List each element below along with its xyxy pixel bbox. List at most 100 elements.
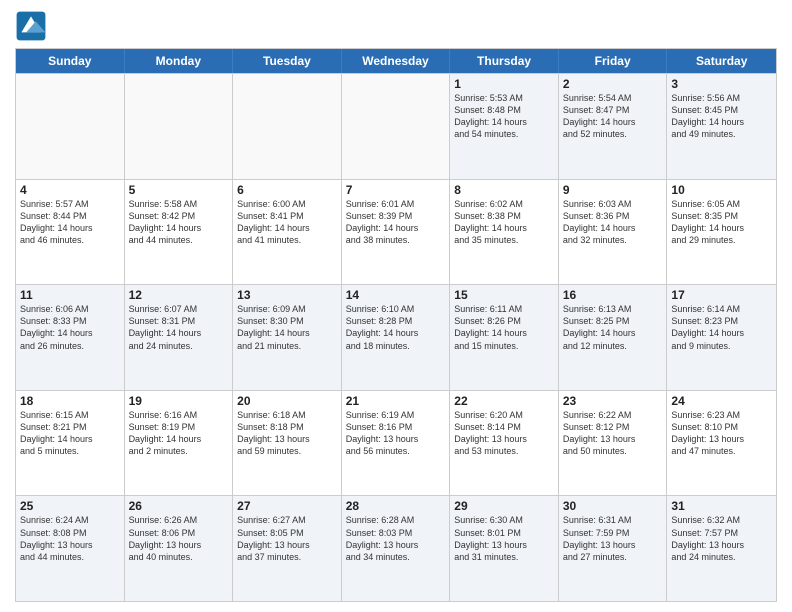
day-info: Sunrise: 6:10 AM Sunset: 8:28 PM Dayligh… <box>346 303 446 352</box>
day-cell-11: 11Sunrise: 6:06 AM Sunset: 8:33 PM Dayli… <box>16 285 125 390</box>
header-day-thursday: Thursday <box>450 49 559 73</box>
day-info: Sunrise: 6:09 AM Sunset: 8:30 PM Dayligh… <box>237 303 337 352</box>
header <box>15 10 777 42</box>
day-info: Sunrise: 6:28 AM Sunset: 8:03 PM Dayligh… <box>346 514 446 563</box>
logo-icon <box>15 10 47 42</box>
header-day-friday: Friday <box>559 49 668 73</box>
day-info: Sunrise: 6:15 AM Sunset: 8:21 PM Dayligh… <box>20 409 120 458</box>
day-cell-4: 4Sunrise: 5:57 AM Sunset: 8:44 PM Daylig… <box>16 180 125 285</box>
header-day-tuesday: Tuesday <box>233 49 342 73</box>
day-number: 8 <box>454 183 554 197</box>
day-info: Sunrise: 6:32 AM Sunset: 7:57 PM Dayligh… <box>671 514 772 563</box>
empty-cell <box>233 74 342 179</box>
day-number: 9 <box>563 183 663 197</box>
day-number: 25 <box>20 499 120 513</box>
day-number: 3 <box>671 77 772 91</box>
day-number: 20 <box>237 394 337 408</box>
day-info: Sunrise: 6:11 AM Sunset: 8:26 PM Dayligh… <box>454 303 554 352</box>
day-cell-30: 30Sunrise: 6:31 AM Sunset: 7:59 PM Dayli… <box>559 496 668 601</box>
day-number: 7 <box>346 183 446 197</box>
day-info: Sunrise: 6:30 AM Sunset: 8:01 PM Dayligh… <box>454 514 554 563</box>
day-number: 29 <box>454 499 554 513</box>
day-info: Sunrise: 5:54 AM Sunset: 8:47 PM Dayligh… <box>563 92 663 141</box>
day-cell-21: 21Sunrise: 6:19 AM Sunset: 8:16 PM Dayli… <box>342 391 451 496</box>
day-number: 16 <box>563 288 663 302</box>
day-number: 17 <box>671 288 772 302</box>
day-info: Sunrise: 6:23 AM Sunset: 8:10 PM Dayligh… <box>671 409 772 458</box>
day-number: 22 <box>454 394 554 408</box>
header-day-monday: Monday <box>125 49 234 73</box>
calendar-row-3: 18Sunrise: 6:15 AM Sunset: 8:21 PM Dayli… <box>16 390 776 496</box>
day-info: Sunrise: 6:19 AM Sunset: 8:16 PM Dayligh… <box>346 409 446 458</box>
day-cell-5: 5Sunrise: 5:58 AM Sunset: 8:42 PM Daylig… <box>125 180 234 285</box>
day-cell-2: 2Sunrise: 5:54 AM Sunset: 8:47 PM Daylig… <box>559 74 668 179</box>
day-info: Sunrise: 6:00 AM Sunset: 8:41 PM Dayligh… <box>237 198 337 247</box>
day-info: Sunrise: 6:03 AM Sunset: 8:36 PM Dayligh… <box>563 198 663 247</box>
logo <box>15 10 51 42</box>
day-cell-25: 25Sunrise: 6:24 AM Sunset: 8:08 PM Dayli… <box>16 496 125 601</box>
day-number: 13 <box>237 288 337 302</box>
day-cell-31: 31Sunrise: 6:32 AM Sunset: 7:57 PM Dayli… <box>667 496 776 601</box>
day-info: Sunrise: 6:07 AM Sunset: 8:31 PM Dayligh… <box>129 303 229 352</box>
day-cell-7: 7Sunrise: 6:01 AM Sunset: 8:39 PM Daylig… <box>342 180 451 285</box>
day-info: Sunrise: 5:56 AM Sunset: 8:45 PM Dayligh… <box>671 92 772 141</box>
day-cell-20: 20Sunrise: 6:18 AM Sunset: 8:18 PM Dayli… <box>233 391 342 496</box>
day-cell-1: 1Sunrise: 5:53 AM Sunset: 8:48 PM Daylig… <box>450 74 559 179</box>
day-info: Sunrise: 6:02 AM Sunset: 8:38 PM Dayligh… <box>454 198 554 247</box>
day-number: 12 <box>129 288 229 302</box>
day-number: 11 <box>20 288 120 302</box>
day-cell-19: 19Sunrise: 6:16 AM Sunset: 8:19 PM Dayli… <box>125 391 234 496</box>
day-number: 19 <box>129 394 229 408</box>
day-number: 1 <box>454 77 554 91</box>
day-cell-13: 13Sunrise: 6:09 AM Sunset: 8:30 PM Dayli… <box>233 285 342 390</box>
day-number: 21 <box>346 394 446 408</box>
day-number: 26 <box>129 499 229 513</box>
calendar-row-0: 1Sunrise: 5:53 AM Sunset: 8:48 PM Daylig… <box>16 73 776 179</box>
page: SundayMondayTuesdayWednesdayThursdayFrid… <box>0 0 792 612</box>
day-info: Sunrise: 6:16 AM Sunset: 8:19 PM Dayligh… <box>129 409 229 458</box>
day-cell-18: 18Sunrise: 6:15 AM Sunset: 8:21 PM Dayli… <box>16 391 125 496</box>
day-number: 15 <box>454 288 554 302</box>
day-cell-22: 22Sunrise: 6:20 AM Sunset: 8:14 PM Dayli… <box>450 391 559 496</box>
day-info: Sunrise: 6:22 AM Sunset: 8:12 PM Dayligh… <box>563 409 663 458</box>
calendar-header: SundayMondayTuesdayWednesdayThursdayFrid… <box>16 49 776 73</box>
calendar-body: 1Sunrise: 5:53 AM Sunset: 8:48 PM Daylig… <box>16 73 776 601</box>
day-cell-29: 29Sunrise: 6:30 AM Sunset: 8:01 PM Dayli… <box>450 496 559 601</box>
day-info: Sunrise: 6:05 AM Sunset: 8:35 PM Dayligh… <box>671 198 772 247</box>
day-info: Sunrise: 6:24 AM Sunset: 8:08 PM Dayligh… <box>20 514 120 563</box>
day-info: Sunrise: 6:14 AM Sunset: 8:23 PM Dayligh… <box>671 303 772 352</box>
day-number: 30 <box>563 499 663 513</box>
empty-cell <box>16 74 125 179</box>
day-info: Sunrise: 6:01 AM Sunset: 8:39 PM Dayligh… <box>346 198 446 247</box>
day-info: Sunrise: 6:27 AM Sunset: 8:05 PM Dayligh… <box>237 514 337 563</box>
day-info: Sunrise: 6:18 AM Sunset: 8:18 PM Dayligh… <box>237 409 337 458</box>
day-cell-23: 23Sunrise: 6:22 AM Sunset: 8:12 PM Dayli… <box>559 391 668 496</box>
day-info: Sunrise: 6:13 AM Sunset: 8:25 PM Dayligh… <box>563 303 663 352</box>
empty-cell <box>342 74 451 179</box>
day-cell-9: 9Sunrise: 6:03 AM Sunset: 8:36 PM Daylig… <box>559 180 668 285</box>
day-number: 28 <box>346 499 446 513</box>
header-day-sunday: Sunday <box>16 49 125 73</box>
day-number: 2 <box>563 77 663 91</box>
day-cell-16: 16Sunrise: 6:13 AM Sunset: 8:25 PM Dayli… <box>559 285 668 390</box>
calendar-row-1: 4Sunrise: 5:57 AM Sunset: 8:44 PM Daylig… <box>16 179 776 285</box>
day-number: 23 <box>563 394 663 408</box>
day-cell-28: 28Sunrise: 6:28 AM Sunset: 8:03 PM Dayli… <box>342 496 451 601</box>
day-cell-26: 26Sunrise: 6:26 AM Sunset: 8:06 PM Dayli… <box>125 496 234 601</box>
day-number: 24 <box>671 394 772 408</box>
day-info: Sunrise: 6:31 AM Sunset: 7:59 PM Dayligh… <box>563 514 663 563</box>
day-cell-15: 15Sunrise: 6:11 AM Sunset: 8:26 PM Dayli… <box>450 285 559 390</box>
day-number: 4 <box>20 183 120 197</box>
header-day-saturday: Saturday <box>667 49 776 73</box>
calendar: SundayMondayTuesdayWednesdayThursdayFrid… <box>15 48 777 602</box>
day-cell-24: 24Sunrise: 6:23 AM Sunset: 8:10 PM Dayli… <box>667 391 776 496</box>
day-number: 27 <box>237 499 337 513</box>
day-cell-6: 6Sunrise: 6:00 AM Sunset: 8:41 PM Daylig… <box>233 180 342 285</box>
header-day-wednesday: Wednesday <box>342 49 451 73</box>
day-cell-14: 14Sunrise: 6:10 AM Sunset: 8:28 PM Dayli… <box>342 285 451 390</box>
day-cell-8: 8Sunrise: 6:02 AM Sunset: 8:38 PM Daylig… <box>450 180 559 285</box>
day-number: 6 <box>237 183 337 197</box>
day-number: 5 <box>129 183 229 197</box>
calendar-row-2: 11Sunrise: 6:06 AM Sunset: 8:33 PM Dayli… <box>16 284 776 390</box>
calendar-row-4: 25Sunrise: 6:24 AM Sunset: 8:08 PM Dayli… <box>16 495 776 601</box>
